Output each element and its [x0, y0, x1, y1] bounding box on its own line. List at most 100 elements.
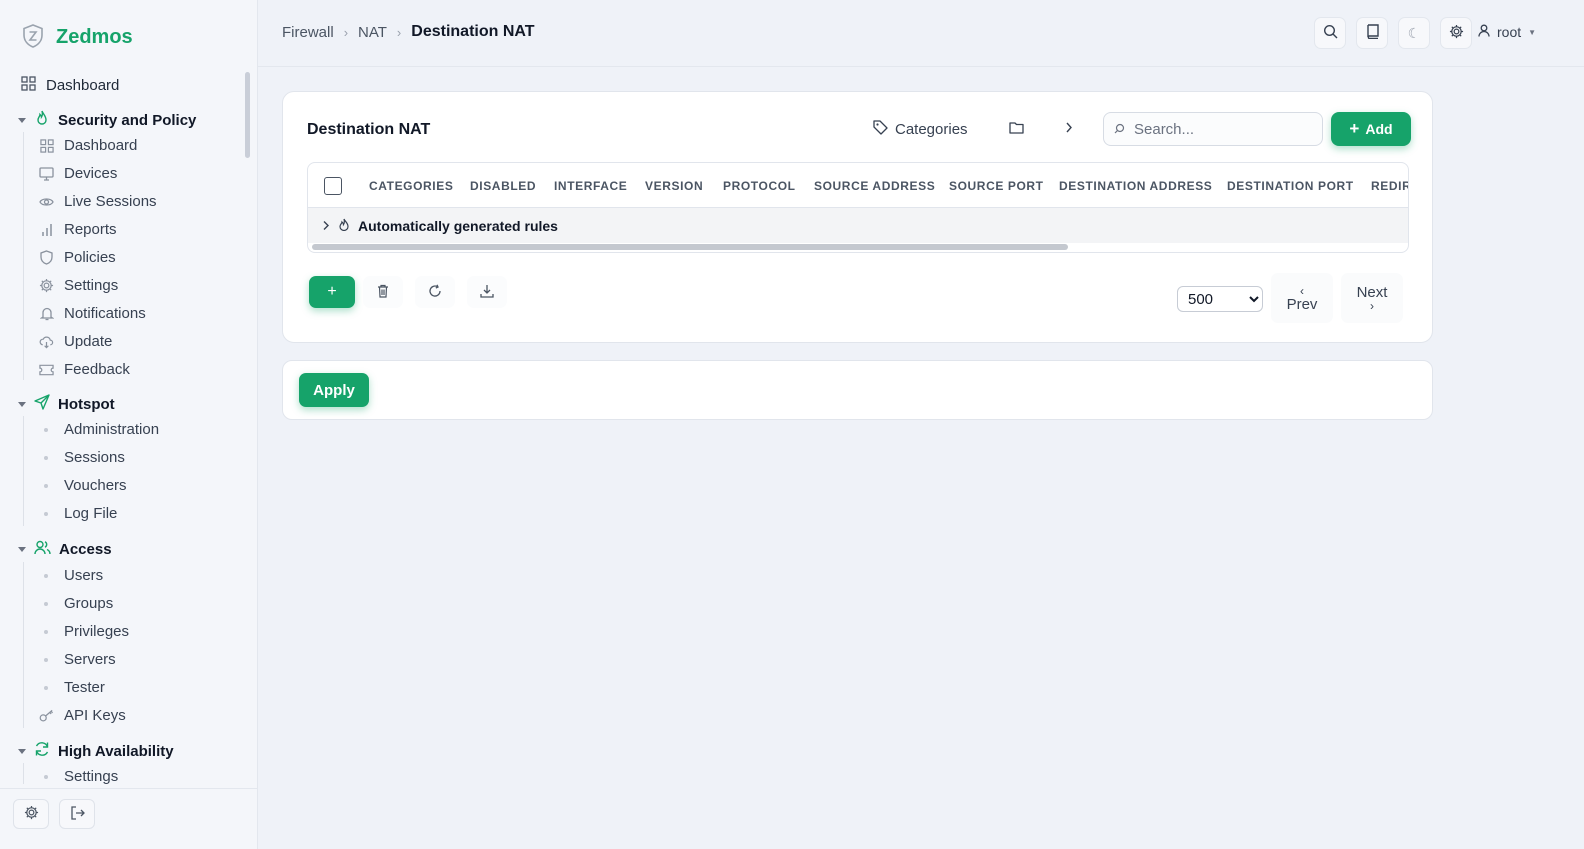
group-row-label: Automatically generated rules	[358, 217, 558, 234]
select-all-checkbox[interactable]	[324, 177, 342, 195]
docs-button[interactable]	[1356, 17, 1388, 49]
next-page-button[interactable]: Next ›	[1341, 273, 1403, 323]
refresh-icon	[34, 741, 50, 761]
settings-button[interactable]	[13, 799, 49, 829]
monitor-icon	[39, 166, 54, 181]
sidebar-item-dashboard[interactable]: Dashboard	[21, 76, 119, 95]
user-menu[interactable]: root ▼	[1478, 24, 1536, 40]
sidebar-item-tester[interactable]: Tester	[39, 679, 105, 696]
theme-toggle-button[interactable]: ☾	[1398, 17, 1430, 49]
add-rule-button[interactable]: +	[309, 276, 355, 308]
breadcrumb: Firewall › NAT › Destination NAT	[282, 23, 535, 41]
sidebar-item-label: Settings	[64, 768, 119, 784]
sidebar-item-servers[interactable]: Servers	[39, 651, 116, 668]
column-header[interactable]: SOURCE ADDRESS	[814, 179, 935, 193]
search-icon	[1323, 24, 1338, 42]
sidebar-item-devices[interactable]: Devices	[39, 165, 117, 182]
expand-button[interactable]	[1065, 121, 1073, 137]
delete-button[interactable]	[363, 276, 403, 308]
flame-icon	[34, 110, 50, 130]
search-button[interactable]	[1314, 17, 1346, 49]
prev-page-button[interactable]: ‹ Prev	[1271, 273, 1333, 323]
breadcrumb-nat[interactable]: NAT	[358, 24, 387, 41]
sidebar-scrollbar[interactable]	[245, 72, 250, 158]
sidebar-item-reports[interactable]: Reports	[39, 221, 117, 238]
sidebar-item-security-dashboard[interactable]: Dashboard	[39, 137, 137, 154]
bell-icon	[39, 306, 54, 321]
preferences-button[interactable]	[1440, 17, 1472, 49]
sidebar-item-label: Live Sessions	[64, 193, 157, 210]
column-header[interactable]: DISABLED	[470, 179, 536, 193]
brand-name: Zedmos	[56, 26, 133, 48]
user-icon	[1478, 24, 1490, 40]
refresh-icon	[428, 284, 442, 301]
sidebar-item-api-keys[interactable]: API Keys	[39, 707, 126, 724]
chevron-right-icon: ›	[1370, 298, 1374, 313]
page-size-select[interactable]: 500	[1177, 286, 1263, 312]
sidebar-item-label: Sessions	[64, 449, 125, 466]
sidebar-item-policies[interactable]: Policies	[39, 249, 116, 266]
column-header[interactable]: VERSION	[645, 179, 703, 193]
sidebar-item-users[interactable]: Users	[39, 567, 103, 584]
sidebar-item-label: Update	[64, 333, 113, 350]
ticket-icon	[39, 362, 54, 377]
categories-button[interactable]: Categories	[873, 120, 968, 139]
prev-label: Prev	[1286, 295, 1318, 313]
sidebar-item-live-sessions[interactable]: Live Sessions	[39, 193, 157, 210]
sidebar-item-administration[interactable]: Administration	[39, 421, 159, 438]
search-input[interactable]	[1134, 120, 1304, 138]
download-button[interactable]	[467, 276, 507, 308]
section-label: Access	[59, 541, 112, 558]
horizontal-scrollbar[interactable]	[312, 244, 1068, 250]
column-header[interactable]: REDIR	[1371, 179, 1408, 193]
group-row[interactable]: Automatically generated rules	[308, 208, 1408, 243]
column-header[interactable]: CATEGORIES	[369, 179, 453, 193]
sidebar-item-label: Groups	[64, 595, 114, 612]
chevron-right-icon: ›	[343, 24, 349, 40]
sidebar-item-label: Log File	[64, 505, 118, 522]
download-icon	[480, 284, 494, 301]
grid-icon	[39, 138, 54, 153]
logout-button[interactable]	[59, 799, 95, 829]
page-title: Destination NAT	[307, 121, 431, 138]
logout-icon	[70, 805, 85, 823]
sidebar-item-update[interactable]: Update	[39, 333, 112, 350]
sidebar-item-groups[interactable]: Groups	[39, 595, 113, 612]
section-hotspot[interactable]: Hotspot	[18, 394, 115, 414]
reload-button[interactable]	[415, 276, 455, 308]
sidebar-item-label: Vouchers	[64, 477, 127, 494]
section-high-availability[interactable]: High Availability	[18, 741, 174, 761]
section-security-and-policy[interactable]: Security and Policy	[18, 110, 196, 130]
sidebar-item-label: Servers	[64, 651, 116, 668]
gear-icon	[24, 805, 39, 823]
sidebar-item-ha-settings[interactable]: Settings	[39, 768, 118, 784]
categories-label: Categories	[895, 121, 968, 138]
column-header[interactable]: DESTINATION ADDRESS	[1059, 179, 1212, 193]
shield-icon	[39, 250, 54, 265]
section-label: Security and Policy	[58, 111, 197, 129]
sidebar-item-label: Tester	[64, 679, 105, 696]
plus-icon: +	[1349, 119, 1360, 138]
column-header[interactable]: INTERFACE	[554, 179, 627, 193]
sidebar-item-sessions[interactable]: Sessions	[39, 449, 125, 466]
sidebar-item-feedback[interactable]: Feedback	[39, 361, 130, 378]
apply-button[interactable]: Apply	[299, 373, 369, 407]
sidebar-item-label: Feedback	[64, 361, 130, 378]
add-button[interactable]: + Add	[1331, 112, 1411, 146]
sidebar-item-privileges[interactable]: Privileges	[39, 623, 129, 640]
column-header[interactable]: DESTINATION PORT	[1227, 179, 1354, 193]
moon-icon: ☾	[1407, 24, 1421, 41]
brand[interactable]: Zedmos	[22, 24, 133, 51]
sidebar-item-settings[interactable]: Settings	[39, 277, 118, 294]
folder-button[interactable]	[1009, 121, 1024, 137]
search-field[interactable]	[1103, 112, 1323, 146]
breadcrumb-firewall[interactable]: Firewall	[282, 24, 334, 41]
section-access[interactable]: Access	[18, 540, 112, 559]
sidebar-item-vouchers[interactable]: Vouchers	[39, 477, 127, 494]
sidebar-item-label: Settings	[64, 277, 119, 294]
sidebar-item-log-file[interactable]: Log File	[39, 505, 117, 522]
sidebar-item-notifications[interactable]: Notifications	[39, 305, 146, 322]
column-header[interactable]: PROTOCOL	[723, 179, 796, 193]
column-header[interactable]: SOURCE PORT	[949, 179, 1044, 193]
logo-shield-icon	[22, 24, 44, 51]
